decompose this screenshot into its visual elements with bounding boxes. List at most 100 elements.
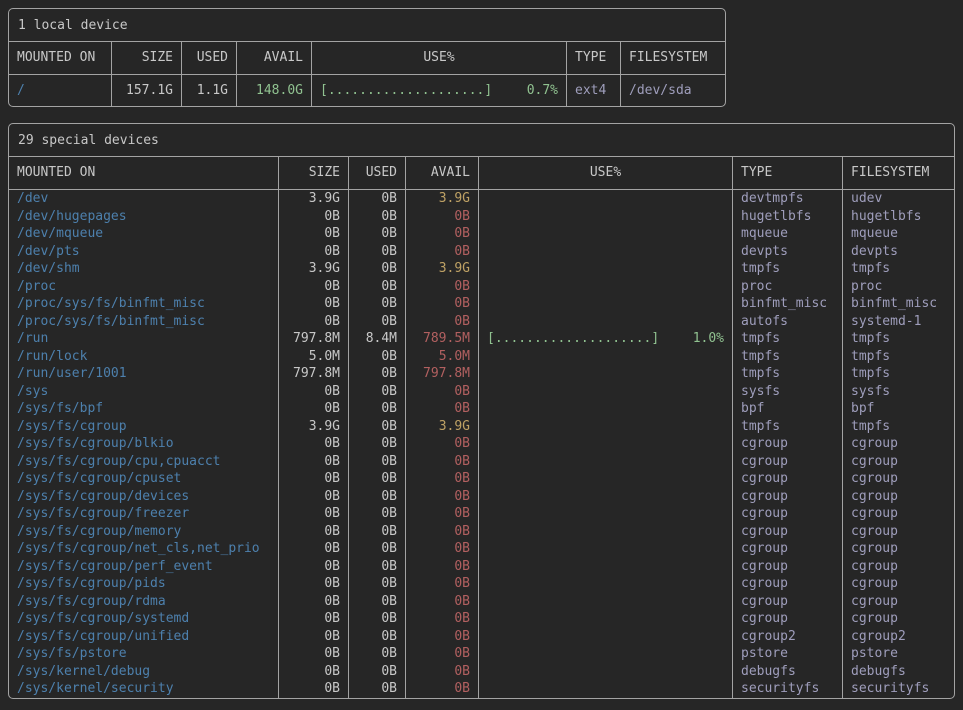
used-cell: 0B: [348, 383, 405, 401]
column-header-size: SIZE: [278, 157, 348, 189]
filesystem-cell: cgroup2: [842, 628, 954, 646]
type-cell: cgroup: [732, 488, 842, 506]
usage-bar-cell: [478, 208, 732, 226]
size-cell: 0B: [278, 435, 348, 453]
usage-bar-cell: [478, 663, 732, 681]
avail-cell: 0B: [405, 558, 478, 576]
mount-point-cell: /sys/fs/cgroup/net_cls,net_prio: [9, 540, 278, 558]
column-header-mounted-on: MOUNTED ON: [9, 157, 278, 189]
type-cell: proc: [732, 278, 842, 296]
usage-bar-cell: [478, 628, 732, 646]
filesystem-cell: tmpfs: [842, 418, 954, 436]
mount-point-cell: /sys/fs/cgroup/unified: [9, 628, 278, 646]
used-cell: 0B: [348, 645, 405, 663]
avail-cell: 3.9G: [405, 418, 478, 436]
usage-bar-cell: [478, 593, 732, 611]
size-cell: 0B: [278, 243, 348, 261]
device-row: /sys/fs/cgroup/blkio 0B 0B 0B cgroup cgr…: [9, 435, 954, 453]
mount-point-cell: /sys/fs/cgroup/devices: [9, 488, 278, 506]
special-devices-title: 29 special devices: [9, 124, 954, 157]
usage-bar-cell: [478, 348, 732, 366]
type-cell: pstore: [732, 645, 842, 663]
filesystem-cell: devpts: [842, 243, 954, 261]
size-cell: 3.9G: [278, 418, 348, 436]
mount-point-cell: /sys/kernel/security: [9, 680, 278, 698]
mount-point-cell: /sys/kernel/debug: [9, 663, 278, 681]
filesystem-cell: systemd-1: [842, 313, 954, 331]
size-cell: 0B: [278, 558, 348, 576]
column-header-avail: AVAIL: [405, 157, 478, 189]
used-cell: 0B: [348, 295, 405, 313]
filesystem-cell: cgroup: [842, 505, 954, 523]
type-cell: cgroup2: [732, 628, 842, 646]
type-cell: binfmt_misc: [732, 295, 842, 313]
type-cell: bpf: [732, 400, 842, 418]
usage-bar-cell: [478, 418, 732, 436]
avail-cell: 797.8M: [405, 365, 478, 383]
size-cell: 0B: [278, 505, 348, 523]
usage-bar: [....................]: [487, 330, 659, 348]
type-cell: debugfs: [732, 663, 842, 681]
type-cell: cgroup: [732, 610, 842, 628]
mount-point-cell: /proc: [9, 278, 278, 296]
size-cell: 0B: [278, 628, 348, 646]
usage-bar-cell: [478, 190, 732, 208]
type-cell: cgroup: [732, 435, 842, 453]
mount-point-cell: /sys/fs/cgroup/blkio: [9, 435, 278, 453]
type-cell: tmpfs: [732, 418, 842, 436]
avail-cell: 0B: [405, 505, 478, 523]
size-cell: 157.1G: [111, 75, 181, 106]
local-devices-rows: / 157.1G 1.1G 148.0G [..................…: [9, 75, 725, 106]
filesystem-cell: cgroup: [842, 558, 954, 576]
size-cell: 0B: [278, 540, 348, 558]
type-cell: cgroup: [732, 575, 842, 593]
usage-bar-cell: [478, 278, 732, 296]
size-cell: 0B: [278, 453, 348, 471]
device-row: /sys/fs/cgroup/perf_event 0B 0B 0B cgrou…: [9, 558, 954, 576]
special-devices-header-row: MOUNTED ON SIZE USED AVAIL USE% TYPE FIL…: [9, 157, 954, 190]
usage-bar-cell: [478, 540, 732, 558]
avail-cell: 0B: [405, 488, 478, 506]
mount-point-cell: /proc/sys/fs/binfmt_misc: [9, 295, 278, 313]
avail-cell: 789.5M: [405, 330, 478, 348]
mount-point-cell: /run/lock: [9, 348, 278, 366]
filesystem-cell: securityfs: [842, 680, 954, 698]
usage-bar-cell: [478, 470, 732, 488]
filesystem-cell: tmpfs: [842, 330, 954, 348]
avail-cell: 0B: [405, 645, 478, 663]
device-row: /sys/fs/cgroup/freezer 0B 0B 0B cgroup c…: [9, 505, 954, 523]
size-cell: 3.9G: [278, 190, 348, 208]
used-cell: 0B: [348, 313, 405, 331]
usage-bar-cell: [478, 295, 732, 313]
device-row: /sys/fs/cgroup/devices 0B 0B 0B cgroup c…: [9, 488, 954, 506]
avail-cell: 0B: [405, 628, 478, 646]
device-row: /run 797.8M 8.4M 789.5M [...............…: [9, 330, 954, 348]
usage-bar-cell: [478, 680, 732, 698]
used-cell: 0B: [348, 453, 405, 471]
mount-point-cell: /sys/fs/cgroup/pids: [9, 575, 278, 593]
used-cell: 0B: [348, 593, 405, 611]
filesystem-cell: bpf: [842, 400, 954, 418]
usage-bar-cell: [478, 575, 732, 593]
usage-bar-cell: [478, 645, 732, 663]
special-devices-rows: /dev 3.9G 0B 3.9G devtmpfs udev /dev/hug…: [9, 190, 954, 698]
size-cell: 3.9G: [278, 260, 348, 278]
used-cell: 0B: [348, 365, 405, 383]
usage-bar-cell: [478, 225, 732, 243]
size-cell: 0B: [278, 225, 348, 243]
size-cell: 5.0M: [278, 348, 348, 366]
used-cell: 0B: [348, 418, 405, 436]
size-cell: 0B: [278, 278, 348, 296]
filesystem-cell: sysfs: [842, 383, 954, 401]
filesystem-cell: hugetlbfs: [842, 208, 954, 226]
used-cell: 0B: [348, 208, 405, 226]
column-header-type: TYPE: [732, 157, 842, 189]
type-cell: tmpfs: [732, 365, 842, 383]
used-cell: 0B: [348, 663, 405, 681]
usage-bar-cell: [478, 243, 732, 261]
size-cell: 0B: [278, 645, 348, 663]
usage-percent: 1.0%: [693, 330, 724, 348]
type-cell: cgroup: [732, 540, 842, 558]
filesystem-cell: tmpfs: [842, 260, 954, 278]
usage-bar-cell: [....................] 0.7%: [311, 75, 566, 106]
